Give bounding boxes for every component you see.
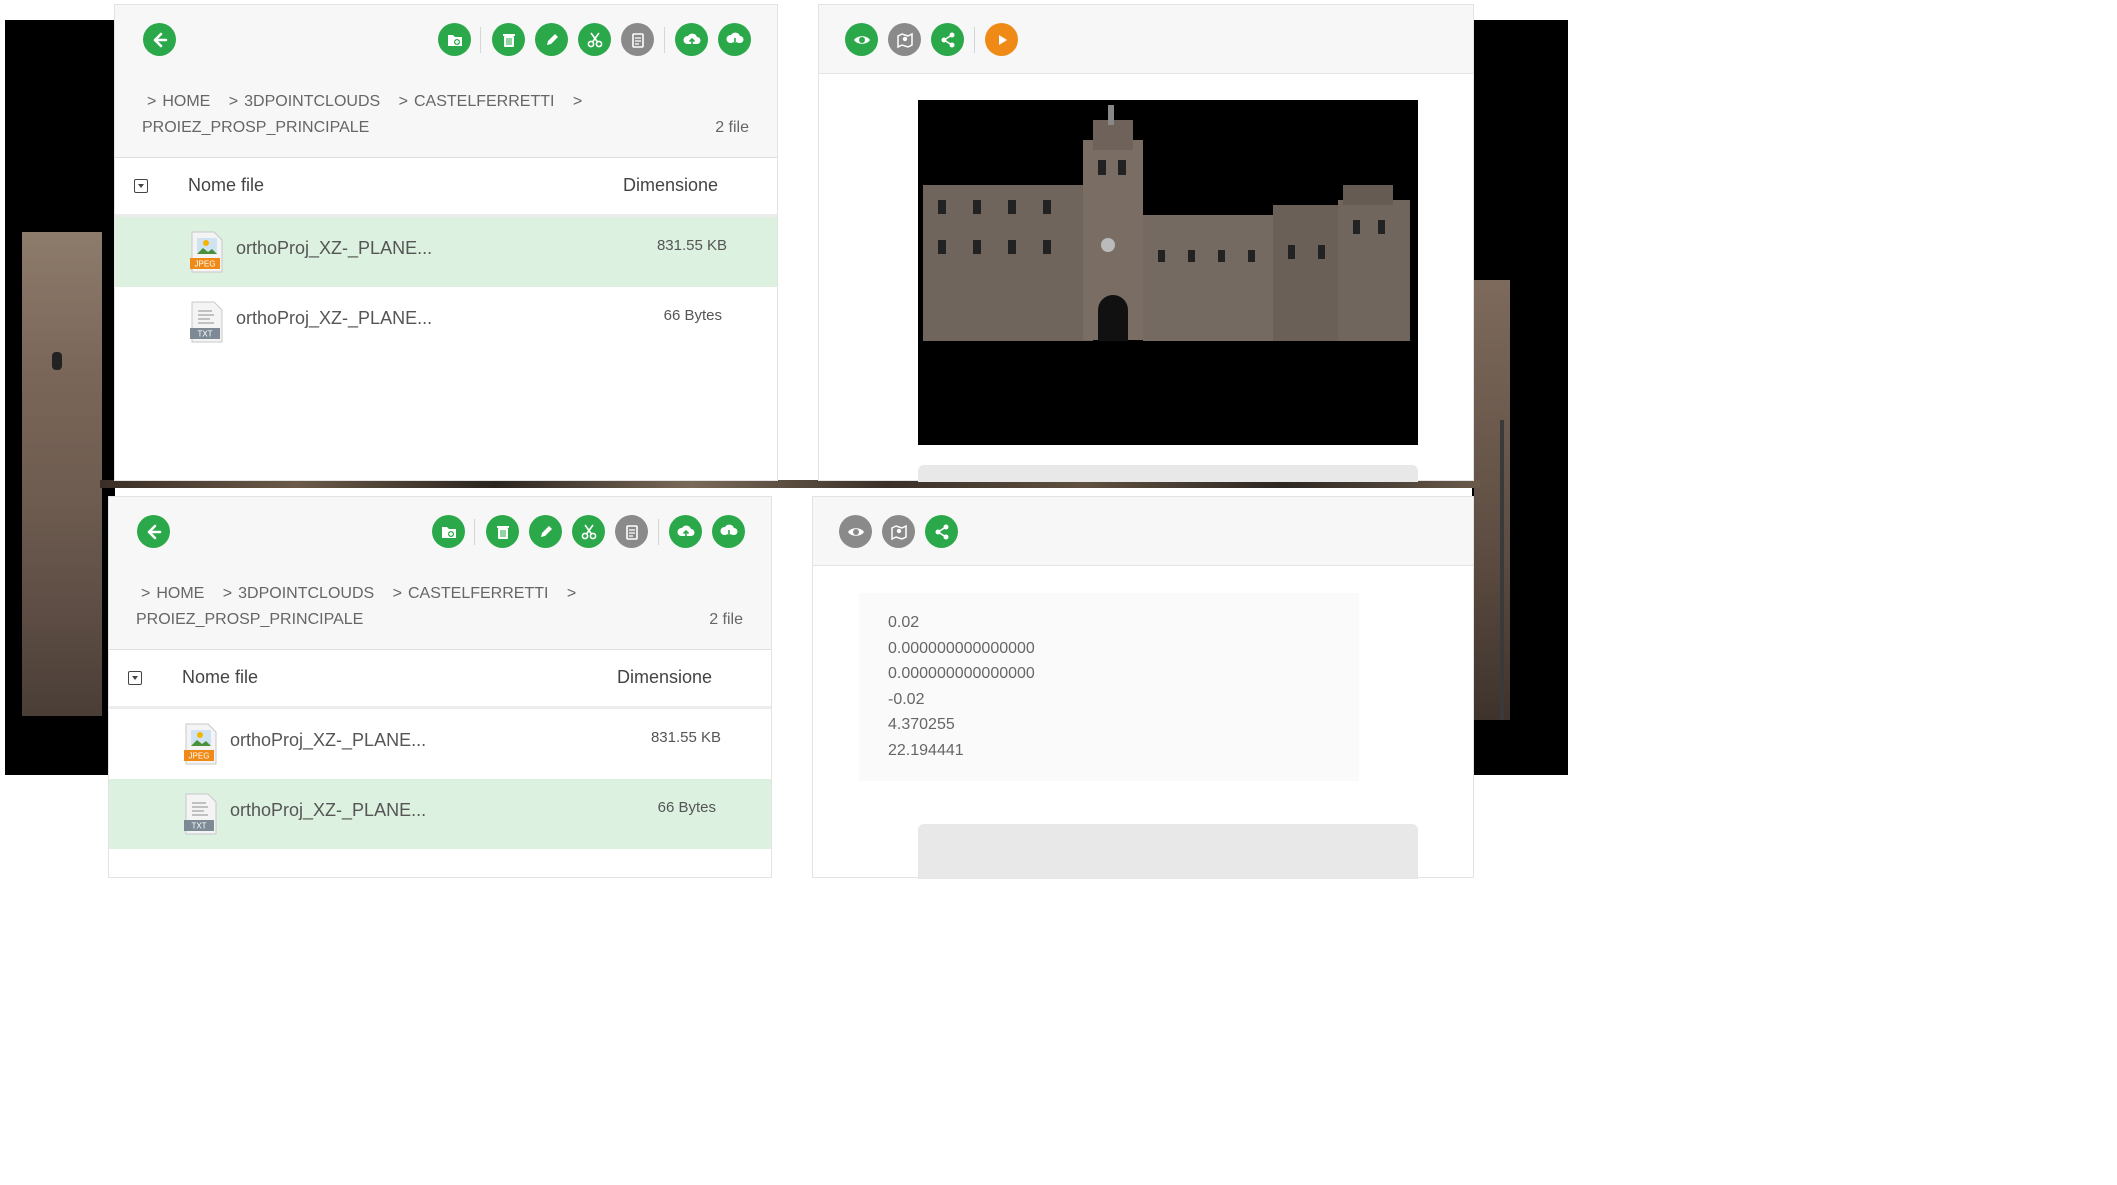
table-row[interactable]: TXT orthoProj_XZ-_PLANE... 66 Bytes <box>115 287 777 357</box>
text-line: 22.194441 <box>888 741 964 759</box>
column-header-size[interactable]: Dimensione <box>623 175 718 196</box>
breadcrumb-3dpointclouds[interactable]: >3DPOINTCLOUDS <box>229 93 380 110</box>
text-preview-box: 0.02 0.000000000000000 0.000000000000000… <box>859 593 1359 781</box>
file-size: 831.55 KB <box>650 729 721 746</box>
table-header: Nome file Dimensione <box>115 158 777 217</box>
streetlight-pole <box>1500 420 1504 720</box>
back-icon[interactable] <box>143 23 176 56</box>
column-header-size[interactable]: Dimensione <box>617 667 712 688</box>
text-line: 0.02 <box>888 614 920 631</box>
trash-icon[interactable] <box>486 515 519 548</box>
map-icon[interactable] <box>888 23 921 56</box>
edit-icon[interactable] <box>529 515 562 548</box>
breadcrumb-current-folder: PROIEZ_PROSP_PRINCIPALE <box>136 611 364 628</box>
text-preview-content: 0.02 0.000000000000000 0.000000000000000… <box>888 610 1035 764</box>
column-header-name[interactable]: Nome file <box>188 175 264 196</box>
file-size: 66 Bytes <box>663 307 722 324</box>
preview-footer-bar <box>918 824 1418 879</box>
share-icon[interactable] <box>925 515 958 548</box>
cut-icon[interactable] <box>572 515 605 548</box>
file-count: 2 file <box>715 119 749 136</box>
play-icon[interactable] <box>985 23 1018 56</box>
preview-toolbar <box>819 5 1473 74</box>
file-size: 831.55 KB <box>656 237 727 254</box>
text-line: 0.000000000000000 <box>888 665 1035 683</box>
upload-icon[interactable] <box>669 515 702 548</box>
download-icon[interactable] <box>718 23 751 56</box>
text-line: -0.02 <box>888 690 925 708</box>
preview-panel-bottom: 0.02 0.000000000000000 0.000000000000000… <box>812 496 1474 879</box>
eye-icon[interactable] <box>839 515 872 548</box>
upload-icon[interactable] <box>675 23 708 56</box>
jpeg-file-icon: JPEG <box>190 231 224 273</box>
breadcrumb: > HOME >3DPOINTCLOUDS > CASTELFERRETTI > P… <box>109 565 771 650</box>
paste-icon[interactable] <box>621 23 654 56</box>
breadcrumb-castelferretti[interactable]: > CASTELFERRETTI <box>393 585 549 602</box>
breadcrumb-current-folder: PROIEZ_PROSP_PRINCIPALE <box>142 119 370 136</box>
breadcrumb-home[interactable]: > HOME <box>147 93 210 110</box>
new-folder-icon[interactable] <box>438 23 471 56</box>
eye-icon[interactable] <box>845 23 878 56</box>
preview-footer-bar <box>918 465 1418 482</box>
facade-render-right <box>1474 280 1510 720</box>
download-icon[interactable] <box>712 515 745 548</box>
column-header-name[interactable]: Nome file <box>182 667 258 688</box>
facade-render-left <box>22 232 102 716</box>
breadcrumb-home[interactable]: > HOME <box>141 585 204 602</box>
select-all-checkbox[interactable] <box>128 671 142 685</box>
file-name[interactable]: orthoProj_XZ-_PLANE... <box>230 730 426 751</box>
table-row[interactable]: JPEG orthoProj_XZ-_PLANE... 831.55 KB <box>115 217 777 287</box>
jpeg-file-icon: JPEG <box>184 723 218 765</box>
trash-icon[interactable] <box>492 23 525 56</box>
txt-label: TXT <box>191 822 206 831</box>
file-count: 2 file <box>709 611 743 628</box>
file-toolbar <box>115 5 777 74</box>
txt-file-icon: TXT <box>190 301 224 343</box>
preview-panel-top <box>818 4 1474 482</box>
table-row[interactable]: JPEG orthoProj_XZ-_PLANE... 831.55 KB <box>109 709 771 779</box>
txt-label: TXT <box>197 330 212 339</box>
share-icon[interactable] <box>931 23 964 56</box>
file-browser-panel-bottom: > HOME >3DPOINTCLOUDS > CASTELFERRETTI > P… <box>108 496 772 878</box>
map-icon[interactable] <box>882 515 915 548</box>
table-header: Nome file Dimensione <box>109 650 771 709</box>
jpeg-label: JPEG <box>195 260 216 269</box>
text-line: 0.000000000000000 <box>888 639 1035 657</box>
new-folder-icon[interactable] <box>432 515 465 548</box>
breadcrumb-castelferretti[interactable]: > CASTELFERRETTI <box>399 93 555 110</box>
file-toolbar <box>109 497 771 566</box>
preview-toolbar <box>813 497 1473 566</box>
edit-icon[interactable] <box>535 23 568 56</box>
cut-icon[interactable] <box>578 23 611 56</box>
breadcrumb-separator: > <box>572 93 583 110</box>
txt-file-icon: TXT <box>184 793 218 835</box>
paste-icon[interactable] <box>615 515 648 548</box>
jpeg-label: JPEG <box>189 752 210 761</box>
file-name[interactable]: orthoProj_XZ-_PLANE... <box>236 308 432 329</box>
back-icon[interactable] <box>137 515 170 548</box>
image-preview <box>918 100 1418 445</box>
select-all-checkbox[interactable] <box>134 179 148 193</box>
breadcrumb: > HOME >3DPOINTCLOUDS > CASTELFERRETTI > P… <box>115 73 777 158</box>
breadcrumb-separator: > <box>566 585 577 602</box>
text-line: 4.370255 <box>888 716 955 734</box>
file-browser-panel-top: > HOME >3DPOINTCLOUDS > CASTELFERRETTI > P… <box>114 4 778 481</box>
file-name[interactable]: orthoProj_XZ-_PLANE... <box>236 238 432 259</box>
table-row[interactable]: TXT orthoProj_XZ-_PLANE... 66 Bytes <box>109 779 771 849</box>
breadcrumb-3dpointclouds[interactable]: >3DPOINTCLOUDS <box>223 585 374 602</box>
file-size: 66 Bytes <box>657 799 716 816</box>
file-name[interactable]: orthoProj_XZ-_PLANE... <box>230 800 426 821</box>
